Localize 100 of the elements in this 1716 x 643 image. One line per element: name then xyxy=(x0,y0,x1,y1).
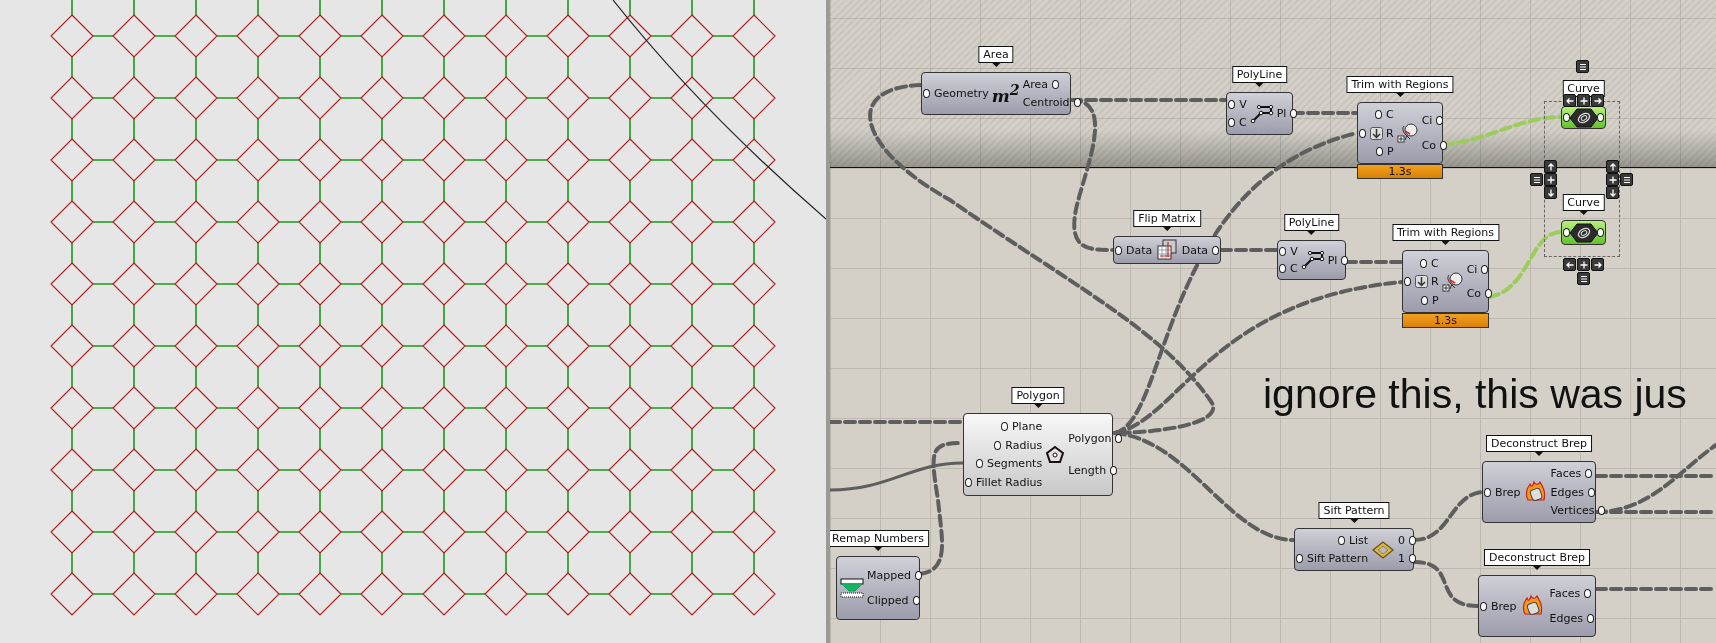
flame-cube-icon xyxy=(1523,480,1548,504)
port-connector[interactable] xyxy=(1484,487,1491,497)
output-label: Ci xyxy=(1421,114,1433,128)
input-label: List xyxy=(1348,534,1369,547)
funnel-icon xyxy=(840,577,864,599)
right-arrow-button[interactable] xyxy=(1591,258,1604,271)
output-label: 0 xyxy=(1398,534,1406,547)
port-connector[interactable] xyxy=(1110,465,1118,475)
port-connector[interactable] xyxy=(1480,601,1487,611)
pentagon-icon xyxy=(1045,444,1066,465)
input-label: Sift Pattern xyxy=(1307,552,1369,565)
input-label: Fillet Radius xyxy=(976,476,1043,490)
left-arrow-button[interactable] xyxy=(1563,258,1576,271)
component-node[interactable]: Data Data xyxy=(1113,236,1221,264)
output-label: Data xyxy=(1181,243,1208,257)
tray-icon xyxy=(1371,539,1396,560)
timing-bar: 1.3s xyxy=(1402,313,1489,328)
timing-bar: 1.3s xyxy=(1357,164,1443,179)
port-connector[interactable] xyxy=(1337,536,1345,545)
port-connector[interactable] xyxy=(1440,140,1448,150)
list-button[interactable] xyxy=(1577,272,1590,285)
plus-button[interactable] xyxy=(1606,173,1619,186)
port-connector[interactable] xyxy=(1052,80,1060,89)
port-connector[interactable] xyxy=(923,89,930,98)
port-connector[interactable] xyxy=(1436,116,1444,126)
output-label: Mapped xyxy=(867,569,911,582)
port-connector[interactable] xyxy=(1115,245,1122,255)
port-connector[interactable] xyxy=(1597,113,1604,122)
port-connector[interactable] xyxy=(1115,434,1123,444)
input-label: Geometry xyxy=(934,87,989,100)
port-connector[interactable] xyxy=(1341,255,1349,265)
hexagon-icon xyxy=(1568,222,1599,243)
plus-icon xyxy=(1578,95,1589,106)
component-node[interactable]: Mapped Clipped xyxy=(836,556,920,620)
input-label: R xyxy=(1431,275,1439,288)
parameter-node[interactable] xyxy=(1561,220,1606,245)
output-label: Pl xyxy=(1327,253,1338,267)
arrow-icon xyxy=(1545,187,1556,198)
shape-icon xyxy=(1441,270,1464,293)
down-arrow-button[interactable] xyxy=(1606,186,1619,199)
output-label: Faces xyxy=(1550,467,1582,481)
node-canvas[interactable] xyxy=(826,0,1716,643)
port-connector[interactable] xyxy=(1597,228,1604,237)
arrow-icon xyxy=(1564,95,1575,106)
port-connector[interactable] xyxy=(1481,264,1489,274)
output-label: Edges xyxy=(1549,611,1583,625)
output-label: 1 xyxy=(1398,552,1406,565)
port-connector[interactable] xyxy=(1290,109,1298,118)
component-node[interactable]: Brep Faces Edges xyxy=(1478,575,1596,637)
polyline-icon xyxy=(1249,104,1274,123)
up-arrow-button[interactable] xyxy=(1606,160,1619,173)
port-connector[interactable] xyxy=(1587,613,1594,623)
arrow-icon xyxy=(1592,259,1603,270)
left-arrow-button[interactable] xyxy=(1563,94,1576,107)
arrow-icon xyxy=(1607,187,1618,198)
list-button[interactable] xyxy=(1620,173,1633,186)
down-arrow-button[interactable] xyxy=(1544,186,1557,199)
shape-icon xyxy=(1396,122,1419,144)
component-node[interactable]: V C Pl xyxy=(1277,240,1346,280)
output-label: Area xyxy=(1022,78,1049,91)
wire xyxy=(1412,560,1480,608)
overlay-text: ignore this, this was jus xyxy=(1263,371,1687,417)
plus-button[interactable] xyxy=(1577,258,1590,271)
icon-text: m$^{2}$ xyxy=(991,81,1020,106)
component-node[interactable]: C R P Ci Co xyxy=(1402,250,1489,313)
input-label: V xyxy=(1290,245,1298,258)
plus-button[interactable] xyxy=(1577,94,1590,107)
port-connector[interactable] xyxy=(1485,289,1493,299)
input-label: P xyxy=(1387,144,1394,158)
input-label: Brep xyxy=(1495,485,1521,499)
input-label: Segments xyxy=(986,457,1043,471)
port-connector[interactable] xyxy=(914,571,922,580)
list-button[interactable] xyxy=(1576,60,1589,73)
input-label: Plane xyxy=(1012,419,1043,433)
input-label: Data xyxy=(1126,243,1153,257)
port-connector[interactable] xyxy=(1584,589,1592,599)
list-icon xyxy=(1621,174,1632,185)
parameter-node[interactable] xyxy=(1561,106,1606,129)
port-connector[interactable] xyxy=(1212,245,1219,255)
output-label: Vertices xyxy=(1550,503,1595,517)
down-arrow-icon xyxy=(1370,126,1383,140)
right-arrow-button[interactable] xyxy=(1591,94,1604,107)
output-label: Faces xyxy=(1549,587,1581,601)
grid-icon xyxy=(1156,239,1178,261)
hexagon-icon xyxy=(1568,107,1599,128)
list-button[interactable] xyxy=(1530,173,1543,186)
port-connector[interactable] xyxy=(1296,554,1303,563)
plus-icon xyxy=(1607,174,1618,185)
port-connector[interactable] xyxy=(912,596,920,605)
output-label: Co xyxy=(1466,287,1482,301)
up-arrow-button[interactable] xyxy=(1544,160,1557,173)
plus-button[interactable] xyxy=(1544,173,1557,186)
plus-icon xyxy=(1545,174,1556,185)
input-label: V xyxy=(1239,98,1247,111)
port-connector[interactable] xyxy=(1073,98,1081,107)
input-label: C xyxy=(1239,116,1247,129)
list-icon xyxy=(1578,273,1589,284)
down-arrow-icon xyxy=(1415,275,1428,288)
output-label: Length xyxy=(1068,463,1107,477)
component-node[interactable]: List Sift Pattern 0 1 xyxy=(1294,528,1414,571)
